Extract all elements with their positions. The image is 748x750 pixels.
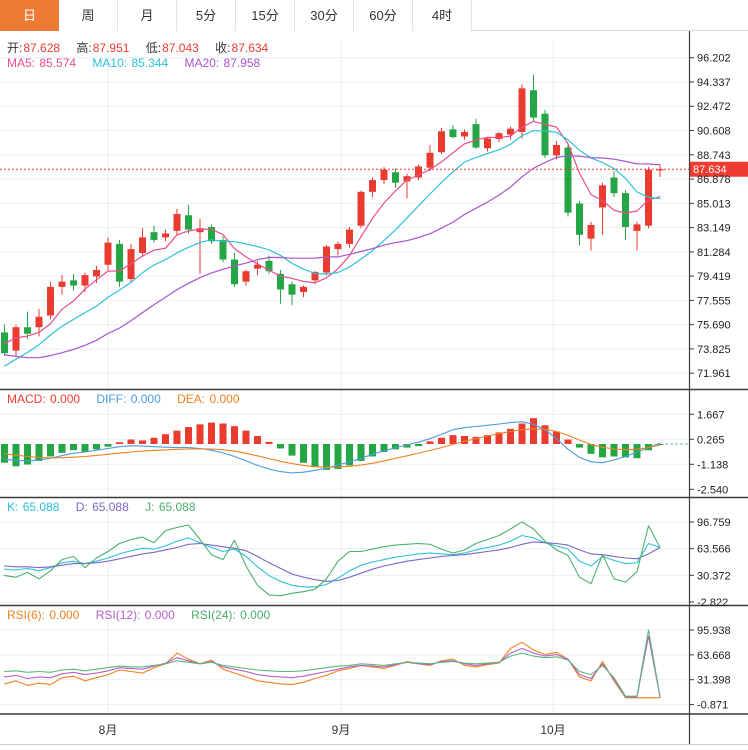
diff-line [5,422,661,473]
rsi6-value: RSI(6): 0.000 [7,608,79,622]
dea-line [5,429,661,467]
svg-text:81.284: 81.284 [697,247,731,259]
svg-text:31.398: 31.398 [697,675,731,687]
ma10-value: MA10: 85.344 [92,56,168,70]
rsi12-value: RSI(12): 0.000 [96,608,175,622]
kline-app: 日 周 月 5分 15分 30分 60分 4时 87.63496.20294.3… [0,0,748,750]
close-value: 收:87.634 [215,41,268,55]
svg-text:79.419: 79.419 [697,271,731,283]
kdj-legend: K: 65.088 D: 65.088 J: 65.088 [7,500,209,514]
j-line [5,522,661,596]
svg-text:63.668: 63.668 [697,650,731,662]
svg-text:96.759: 96.759 [697,517,731,529]
svg-text:-2.540: -2.540 [697,484,728,496]
y-axis-labels: 96.202 94.337 92.472 90.608 88.743 86.878 85.0… [689,53,731,712]
svg-text:73.825: 73.825 [697,344,731,356]
high-value: 高:87.951 [76,41,129,55]
svg-text:10月: 10月 [540,723,565,737]
ohlc-legend: 开:87.628 高:87.951 低:87.043 收:87.634 [7,39,281,56]
macd-histogram [1,418,664,470]
k-value: K: 65.088 [7,500,59,514]
j-value: J: 65.088 [145,500,195,514]
rsi24-value: RSI(24): 0.000 [191,608,270,622]
macd-legend: MACD: 0.000 DIFF: 0.000 DEA: 0.000 [7,392,253,406]
svg-text:1.667: 1.667 [697,409,725,421]
k-line [5,536,661,587]
d-value: D: 65.088 [76,500,129,514]
svg-text:94.337: 94.337 [697,77,731,89]
svg-text:-0.871: -0.871 [697,700,728,712]
svg-text:77.555: 77.555 [697,295,731,307]
svg-text:95.938: 95.938 [697,625,731,637]
svg-text:63.566: 63.566 [697,544,731,556]
open-value: 开:87.628 [7,41,60,55]
svg-text:9月: 9月 [332,723,351,737]
ma20-line [5,156,661,358]
ma5-value: MA5: 85.574 [7,56,76,70]
svg-text:-1.138: -1.138 [697,459,728,471]
diff-value: DIFF: 0.000 [96,392,160,406]
svg-text:85.013: 85.013 [697,198,731,210]
chart-canvas[interactable]: 87.63496.20294.33792.47290.60888.74386.8… [0,0,748,750]
ma10-line [5,131,661,366]
svg-text:30.372: 30.372 [697,570,731,582]
svg-text:8月: 8月 [99,723,118,737]
month-labels: 8月 9月 10月 [99,723,566,737]
panel-separators [0,31,748,745]
svg-text:0.265: 0.265 [697,434,725,446]
ma20-value: MA20: 87.958 [184,56,260,70]
rsi24-line [5,630,661,696]
svg-text:-2.822: -2.822 [697,597,728,609]
svg-text:86.878: 86.878 [697,174,731,186]
candles-layer [1,75,664,358]
svg-text:71.961: 71.961 [697,368,731,380]
dea-value: DEA: 0.000 [177,392,239,406]
svg-text:75.690: 75.690 [697,320,731,332]
svg-text:90.608: 90.608 [697,126,731,138]
svg-text:92.472: 92.472 [697,101,731,113]
svg-text:83.149: 83.149 [697,223,731,235]
svg-text:88.743: 88.743 [697,150,731,162]
low-value: 低:87.043 [146,41,199,55]
macd-value: MACD: 0.000 [7,392,80,406]
svg-text:96.202: 96.202 [697,53,731,65]
ma-legend: MA5: 85.574 MA10: 85.344 MA20: 87.958 [7,56,273,70]
rsi-legend: RSI(6): 0.000 RSI(12): 0.000 RSI(24): 0.… [7,608,283,622]
